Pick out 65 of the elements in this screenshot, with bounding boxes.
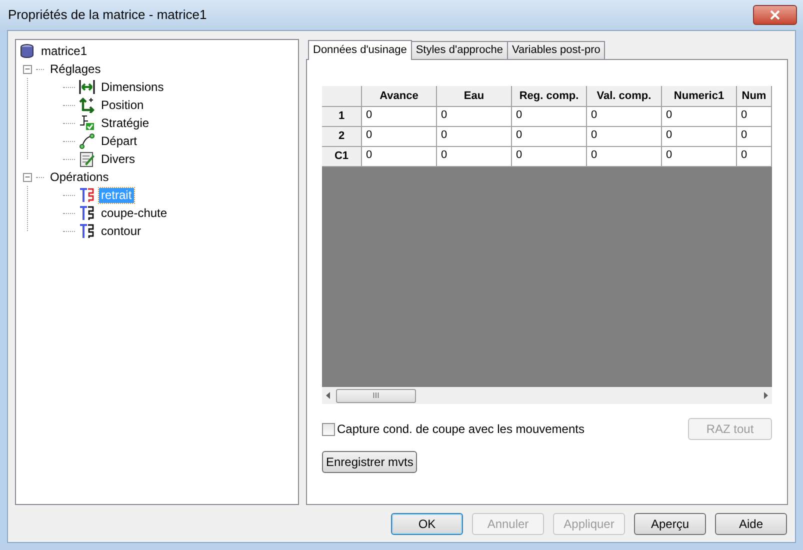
tab[interactable]: Données d'usinage bbox=[308, 40, 412, 60]
database-icon bbox=[19, 43, 35, 59]
corner-header bbox=[322, 86, 362, 107]
table-cell: 0 bbox=[587, 107, 662, 127]
table-cell: 0 bbox=[662, 107, 737, 127]
scroll-left-icon[interactable] bbox=[326, 392, 330, 399]
checkbox-label: Capture cond. de coupe avec les mouvements bbox=[337, 421, 584, 438]
table-cell: 0 bbox=[662, 127, 737, 147]
tree-item[interactable]: Dimensions bbox=[99, 80, 166, 94]
dialog-button[interactable]: Enregistrer mvts bbox=[322, 451, 418, 473]
tree-item[interactable]: Position bbox=[99, 98, 146, 112]
table-cell: 0 bbox=[512, 107, 587, 127]
column-header: Num bbox=[737, 86, 772, 107]
checkbox[interactable] bbox=[322, 422, 335, 436]
tree-item[interactable]: Réglages bbox=[48, 62, 103, 76]
tree-item[interactable]: Stratégie bbox=[99, 116, 152, 130]
tree-item[interactable]: Divers bbox=[99, 152, 138, 166]
tool-icon bbox=[79, 205, 95, 221]
curve-icon bbox=[79, 133, 95, 149]
dialog-button[interactable]: Aperçu bbox=[634, 513, 706, 535]
tree-item[interactable]: coupe-chute bbox=[99, 206, 170, 220]
column-header: Eau bbox=[437, 86, 512, 107]
horizontal-scrollbar[interactable]: III bbox=[322, 387, 772, 404]
row-header: 1 bbox=[322, 107, 362, 127]
column-header: Numeric1 bbox=[662, 86, 737, 107]
row-header: C1 bbox=[322, 147, 362, 167]
window-title: Propriétés de la matrice - matrice1 bbox=[8, 6, 207, 24]
dialog-button[interactable]: Aide bbox=[715, 513, 787, 535]
table-cell: 0 bbox=[587, 127, 662, 147]
table-cell: 0 bbox=[662, 147, 737, 167]
table-cell: 0 bbox=[737, 147, 772, 167]
table-cell: 0 bbox=[437, 147, 512, 167]
tool-icon bbox=[79, 187, 95, 203]
tab[interactable]: Styles d'approche bbox=[410, 41, 508, 59]
tree-item[interactable]: Départ bbox=[99, 134, 140, 148]
collapse-toggle[interactable]: − bbox=[23, 172, 32, 182]
table-cell: 0 bbox=[737, 127, 772, 147]
collapse-toggle[interactable]: − bbox=[23, 64, 32, 74]
table-cell: 0 bbox=[362, 147, 437, 167]
scroll-thumb[interactable]: III bbox=[336, 388, 416, 402]
notepad-icon bbox=[79, 151, 95, 167]
column-header: Avance bbox=[362, 86, 437, 107]
table-cell: 0 bbox=[437, 127, 512, 147]
table-cell: 0 bbox=[512, 147, 587, 167]
column-header: Reg. comp. bbox=[512, 86, 587, 107]
table-cell: 0 bbox=[362, 127, 437, 147]
table-cell: 0 bbox=[587, 147, 662, 167]
dimension-icon bbox=[79, 79, 95, 95]
table-cell: 0 bbox=[437, 107, 512, 127]
table-cell: 0 bbox=[362, 107, 437, 127]
dialog-button[interactable]: OK bbox=[391, 513, 463, 535]
tree-item[interactable]: Opérations bbox=[48, 170, 111, 184]
tool-icon bbox=[79, 223, 95, 239]
close-icon bbox=[770, 10, 780, 20]
tree-item[interactable]: contour bbox=[99, 224, 144, 238]
axes-icon bbox=[79, 97, 95, 113]
table-cell: 0 bbox=[737, 107, 772, 127]
table-cell: 0 bbox=[512, 127, 587, 147]
tree-item[interactable]: matrice1 bbox=[39, 44, 90, 58]
checklist-icon bbox=[79, 115, 95, 131]
row-header: 2 bbox=[322, 127, 362, 147]
close-button[interactable] bbox=[753, 5, 797, 25]
scroll-right-icon[interactable] bbox=[764, 392, 768, 399]
column-header: Val. comp. bbox=[587, 86, 662, 107]
tab[interactable]: Variables post-pro bbox=[506, 41, 606, 59]
